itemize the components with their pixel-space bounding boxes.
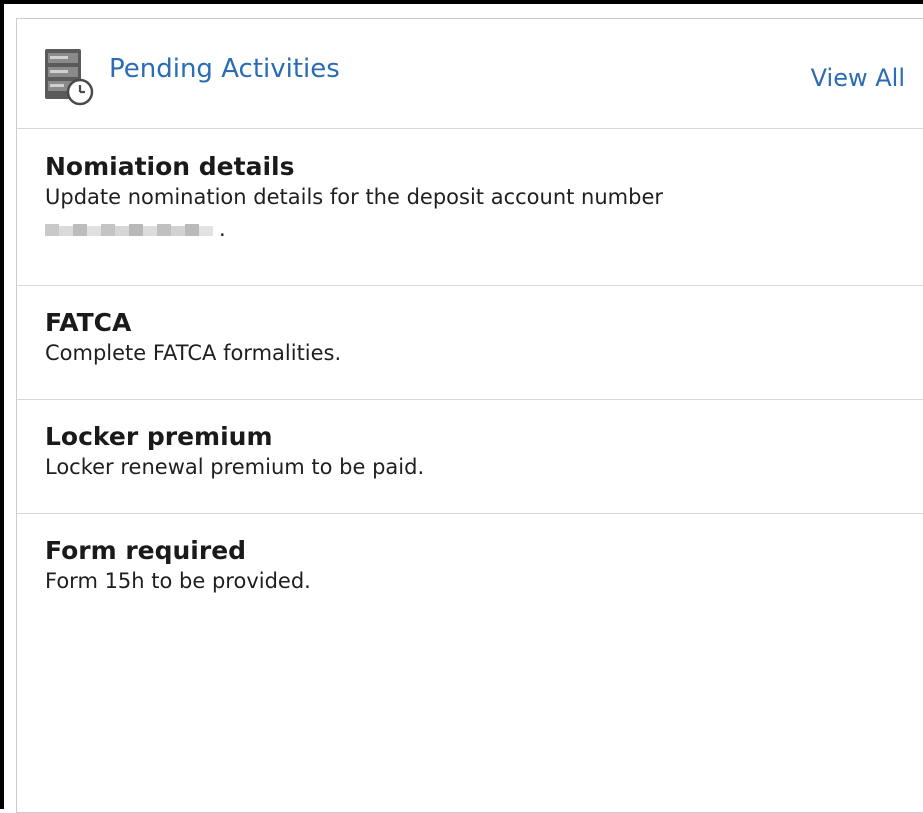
view-all-link[interactable]: View All: [811, 65, 905, 92]
pending-activities-panel: Pending Activities View All Nomiation de…: [16, 18, 923, 813]
item-description: Update nomination details for the deposi…: [45, 182, 923, 245]
item-title: FATCA: [45, 308, 132, 337]
list-item-nomination[interactable]: Nomiation details Update nomination deta…: [17, 129, 923, 286]
masked-account-number: [45, 220, 219, 240]
list-item-locker-premium[interactable]: Locker premium Locker renewal premium to…: [17, 400, 923, 514]
window-frame: Pending Activities View All Nomiation de…: [0, 0, 923, 813]
item-title: Locker premium: [45, 422, 273, 451]
masked-suffix: .: [219, 216, 226, 241]
item-description: Form 15h to be provided.: [45, 569, 311, 593]
item-description: Complete FATCA formalities.: [45, 341, 342, 365]
list-item-form-required[interactable]: Form required Form 15h to be provided.: [17, 514, 923, 598]
panel-title: Pending Activities: [109, 54, 340, 84]
item-description: Locker renewal premium to be paid.: [45, 455, 425, 479]
item-title: Form required: [45, 536, 247, 565]
server-clock-icon: [44, 48, 94, 106]
item-title: Nomiation details: [45, 152, 295, 181]
list-item-fatca[interactable]: FATCA Complete FATCA formalities.: [17, 286, 923, 400]
panel-header: Pending Activities View All: [17, 19, 923, 129]
item-description-text: Update nomination details for the deposi…: [45, 185, 663, 209]
